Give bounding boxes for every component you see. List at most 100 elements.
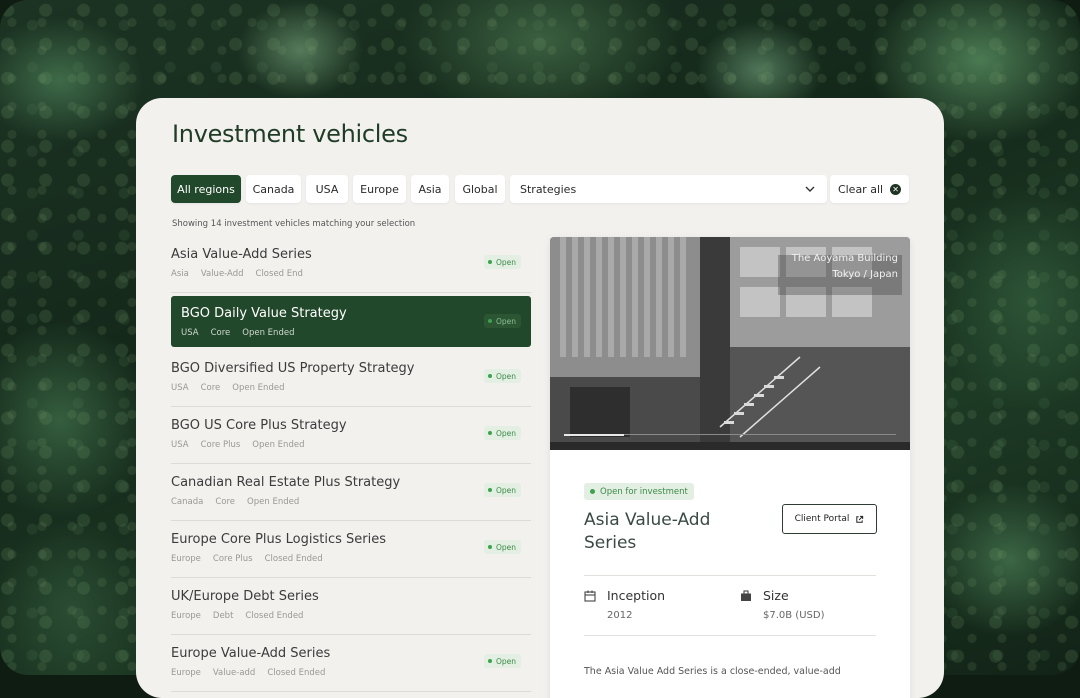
page-title: Investment vehicles	[172, 120, 408, 148]
vehicle-tag: Europe	[171, 554, 201, 564]
status-dot-icon	[487, 374, 492, 378]
vehicle-tag: Open Ended	[242, 328, 295, 338]
briefcase-icon	[741, 590, 751, 601]
vehicle-tags: Asia Value-Add Closed End	[171, 269, 315, 279]
status-dot-icon	[487, 659, 492, 663]
vehicle-tag: Closed Ended	[267, 668, 326, 678]
external-link-icon	[856, 515, 864, 523]
vehicle-tag: Core	[215, 497, 236, 507]
status-label: Open	[495, 371, 516, 381]
calendar-icon	[584, 590, 596, 602]
investment-status-label: Open for investment	[600, 486, 688, 497]
client-portal-button[interactable]: Client Portal	[782, 504, 877, 534]
vehicle-name: BGO Daily Value Strategy	[181, 306, 347, 321]
status-badge: Open	[483, 540, 521, 554]
vehicle-tag: Open Ended	[232, 383, 285, 393]
vehicle-description: The Asia Value Add Series is a close-end…	[584, 666, 841, 677]
vehicle-name: Europe Core Plus Logistics Series	[171, 532, 387, 547]
vehicle-row-selected[interactable]: BGO Daily Value Strategy USA Core Open End…	[171, 296, 531, 347]
status-dot-icon	[487, 488, 492, 492]
filter-usa[interactable]: USA	[306, 175, 348, 203]
status-dot-icon	[590, 489, 595, 494]
status-badge: Open	[483, 255, 521, 269]
vehicle-tags: Europe Core Plus Closed Ended	[171, 554, 335, 564]
vehicle-name: BGO Diversified US Property Strategy	[171, 361, 415, 376]
vehicle-tag: USA	[171, 440, 189, 450]
chevron-down-icon	[805, 186, 815, 192]
status-label: Open	[495, 485, 516, 495]
vehicle-tag: Open Ended	[252, 440, 305, 450]
status-badge: Open	[483, 369, 521, 383]
vehicle-tag: Closed End	[255, 269, 303, 279]
vehicle-tag: Asia	[171, 269, 189, 279]
clear-all-label: Clear all	[837, 182, 884, 196]
inception-value: 2012	[607, 610, 633, 621]
strategies-select[interactable]: Strategies	[510, 175, 827, 203]
filter-all-regions[interactable]: All regions	[171, 175, 241, 203]
status-badge: Open	[483, 314, 521, 328]
inception-label: Inception	[607, 588, 666, 603]
photo-caption-title: The Aoyama Building	[791, 253, 898, 264]
vehicle-tags: Canada Core Open Ended	[171, 497, 311, 507]
strategies-select-label: Strategies	[520, 182, 577, 196]
vehicle-row[interactable]: BGO US Core Plus Strategy USA Core Plus Op…	[171, 407, 531, 464]
vehicle-tag: Europe	[171, 668, 201, 678]
status-dot-icon	[487, 319, 492, 323]
detail-divider	[584, 635, 876, 636]
vehicle-tag: Europe	[171, 611, 201, 621]
status-badge: Open	[483, 426, 521, 440]
vehicle-tags: Europe Value-add Closed Ended	[171, 668, 337, 678]
vehicle-tag: Core Plus	[212, 554, 253, 564]
vehicle-row[interactable]: BGO Diversified US Property Strategy USA…	[171, 350, 531, 407]
vehicle-list: Asia Value-Add Series Asia Value-Add Close…	[171, 236, 531, 692]
vehicle-name: UK/Europe Debt Series	[171, 589, 319, 604]
investment-status-badge: Open for investment	[584, 483, 694, 500]
vehicle-name: BGO US Core Plus Strategy	[171, 418, 347, 433]
detail-divider	[584, 575, 876, 576]
status-dot-icon	[487, 260, 492, 264]
vehicle-name: Europe Value-Add Series	[171, 646, 331, 661]
vehicle-name: Canadian Real Estate Plus Strategy	[171, 475, 401, 490]
filter-global[interactable]: Global	[455, 175, 505, 203]
vehicle-tag: Value-Add	[200, 269, 244, 279]
vehicle-row[interactable]: Canadian Real Estate Plus Strategy Canad…	[171, 464, 531, 521]
status-label: Open	[495, 428, 516, 438]
status-dot-icon	[487, 431, 492, 435]
clear-all-button[interactable]: Clear all ✕	[830, 175, 909, 203]
vehicle-row[interactable]: Asia Value-Add Series Asia Value-Add Close…	[171, 236, 531, 293]
vehicle-tags: USA Core Open Ended	[171, 383, 296, 393]
vehicle-tag: Core Plus	[200, 440, 241, 450]
vehicle-tags: Europe Debt Closed Ended	[171, 611, 315, 621]
investment-vehicles-panel: Investment vehicles All regions Canada U…	[136, 98, 944, 698]
vehicle-tag: USA	[171, 383, 189, 393]
vehicle-row[interactable]: Europe Core Plus Logistics Series Europe…	[171, 521, 531, 578]
vehicle-row[interactable]: Europe Value-Add Series Europe Value-add C…	[171, 635, 531, 692]
status-label: Open	[495, 656, 516, 666]
size-value: $7.0B (USD)	[763, 610, 825, 621]
vehicle-tag: Open Ended	[247, 497, 300, 507]
close-circle-icon: ✕	[890, 183, 902, 195]
filter-asia[interactable]: Asia	[411, 175, 449, 203]
vehicle-tag: Core	[200, 383, 221, 393]
filter-canada[interactable]: Canada	[246, 175, 301, 203]
status-badge: Open	[483, 483, 521, 497]
results-count: Showing 14 investment vehicles matching …	[172, 219, 416, 229]
status-badge: Open	[483, 654, 521, 668]
status-label: Open	[495, 542, 516, 552]
vehicle-tags: USA Core Plus Open Ended	[171, 440, 316, 450]
client-portal-label: Client Portal	[794, 514, 850, 524]
vehicle-tag: USA	[181, 328, 199, 338]
photo-caption: The Aoyama Building Tokyo / Japan	[792, 251, 898, 283]
status-label: Open	[495, 316, 516, 326]
size-label: Size	[763, 588, 789, 603]
status-dot-icon	[487, 545, 492, 549]
vehicle-tag: Core	[210, 328, 231, 338]
photo-caption-location: Tokyo / Japan	[832, 269, 898, 280]
vehicle-detail-title: Asia Value-Add Series	[584, 510, 711, 553]
vehicle-detail-card: The Aoyama Building Tokyo / Japan Open f…	[550, 237, 910, 698]
vehicle-row[interactable]: UK/Europe Debt Series Europe Debt Closed E…	[171, 578, 531, 635]
vehicle-tag: Closed Ended	[245, 611, 304, 621]
filter-europe[interactable]: Europe	[353, 175, 406, 203]
vehicle-name: Asia Value-Add Series	[171, 247, 312, 262]
vehicle-tag: Value-add	[212, 668, 256, 678]
